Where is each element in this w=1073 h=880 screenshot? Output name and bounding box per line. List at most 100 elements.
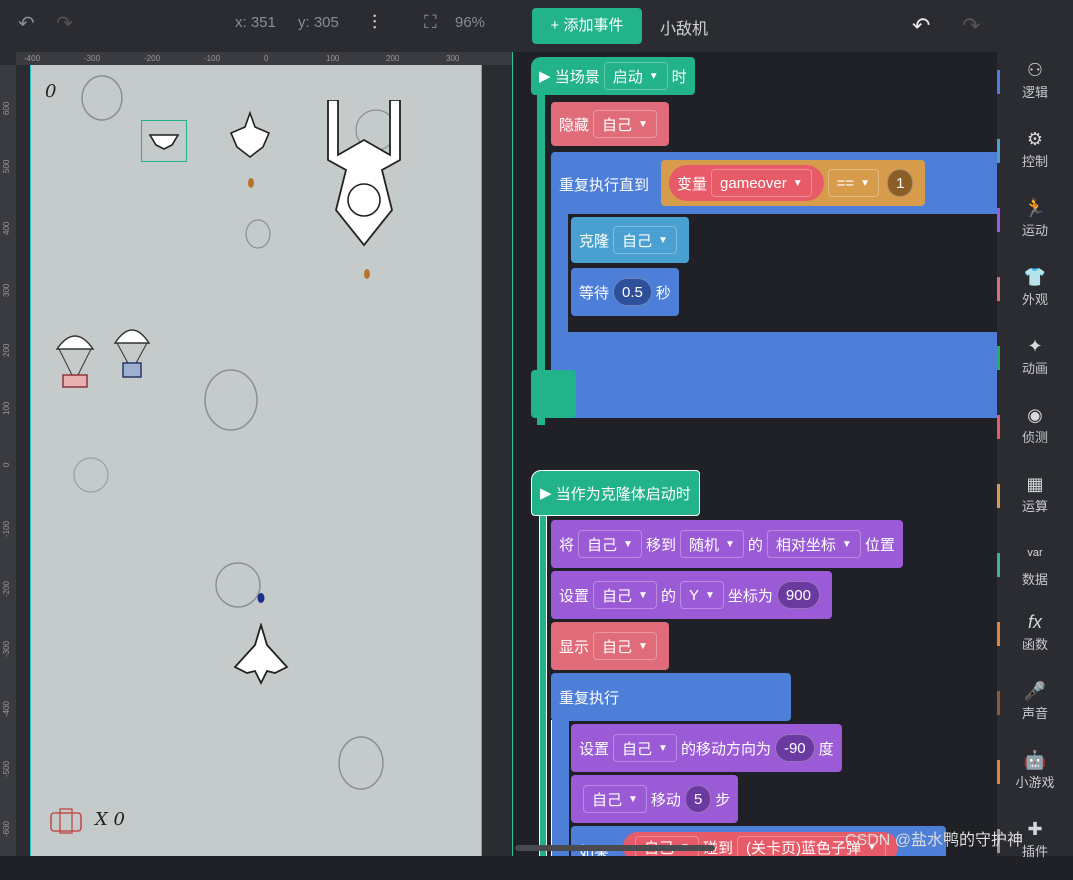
ruler-tick: -200 bbox=[2, 580, 11, 597]
ruler-tick: 200 bbox=[2, 343, 11, 357]
category-animation[interactable]: ✦ 动画 bbox=[997, 328, 1073, 397]
category-looks[interactable]: 👕 外观 bbox=[997, 259, 1073, 328]
score-label: 0 bbox=[45, 81, 57, 102]
code-redo-icon[interactable]: ↷ bbox=[962, 13, 980, 39]
block-label: 将 bbox=[559, 536, 575, 554]
zoom-level[interactable]: 96% bbox=[455, 14, 485, 31]
undo-icon[interactable]: ↶ bbox=[18, 11, 35, 36]
move-steps-block[interactable]: 自己 ▼ 移动 5 步 bbox=[571, 775, 739, 823]
watermark: CSDN @盐水鸭的守护神 bbox=[845, 832, 1024, 849]
player-plane-sprite[interactable] bbox=[231, 623, 291, 689]
when-clone-start-block[interactable]: ▶ 当作为克隆体启动时 bbox=[531, 470, 700, 516]
category-sound[interactable]: 🎤 声音 bbox=[997, 673, 1073, 742]
block-label: 的 bbox=[747, 536, 763, 554]
ruler-tick: 100 bbox=[326, 54, 340, 63]
scene-dropdown[interactable]: 启动 ▼ bbox=[603, 62, 668, 90]
target-dropdown[interactable]: 自己▼ bbox=[583, 785, 647, 813]
coord-type-dropdown[interactable]: 相对坐标 ▼ bbox=[766, 530, 861, 558]
parachute-supply-blue[interactable] bbox=[113, 323, 151, 381]
move-to-block[interactable]: 将 自己 ▼ 移到 随机 ▼ 的 相对坐标 ▼ 位置 bbox=[551, 520, 903, 568]
small-enemy-icon bbox=[148, 134, 180, 150]
data-icon: var bbox=[1027, 547, 1043, 559]
block-label: 当场景 bbox=[554, 68, 600, 86]
plus-icon: + bbox=[550, 17, 564, 34]
block-label: 变量 bbox=[677, 175, 708, 193]
player-bullet bbox=[257, 593, 265, 603]
asteroid-sprite[interactable] bbox=[336, 733, 386, 793]
asteroid-sprite[interactable] bbox=[201, 365, 261, 435]
boss-bullet bbox=[364, 269, 370, 279]
code-workspace[interactable]: ▶ 当场景 启动 ▼ 时 隐藏 自己 ▼ 重复执行直到 变量 gameover ▼ =… bbox=[512, 52, 997, 856]
hide-block[interactable]: 隐藏 自己 ▼ bbox=[551, 102, 669, 146]
asteroid-sprite[interactable] bbox=[71, 455, 111, 495]
wait-input[interactable]: 0.5 bbox=[613, 278, 652, 306]
category-data[interactable]: var 数据 bbox=[997, 535, 1073, 604]
block-label: 隐藏 bbox=[559, 116, 590, 134]
asteroid-sprite[interactable] bbox=[213, 560, 263, 610]
direction-input[interactable]: -90 bbox=[774, 734, 815, 762]
add-event-button[interactable]: + 添加事件 bbox=[532, 8, 642, 44]
target-dropdown[interactable]: 自己▼ bbox=[613, 226, 677, 254]
parachute-supply-red[interactable] bbox=[55, 329, 95, 391]
ruler-tick: -500 bbox=[2, 760, 11, 777]
asteroid-sprite[interactable] bbox=[243, 217, 273, 252]
category-minigame[interactable]: 🤖 小游戏 bbox=[997, 742, 1073, 811]
category-logic[interactable]: ⚇ 逻辑 bbox=[997, 52, 1073, 121]
code-horizontal-scrollbar[interactable] bbox=[515, 845, 715, 851]
boss-ship-sprite[interactable] bbox=[316, 100, 412, 250]
axis-dropdown[interactable]: Y ▼ bbox=[679, 581, 724, 609]
target-dropdown[interactable]: 自己▼ bbox=[593, 110, 657, 138]
asteroid-sprite[interactable] bbox=[77, 73, 127, 123]
enemy-bullet bbox=[248, 178, 254, 188]
block-label: 设置 bbox=[559, 587, 590, 605]
variable-dropdown[interactable]: gameover ▼ bbox=[711, 169, 812, 197]
y-input[interactable]: 900 bbox=[776, 581, 820, 609]
block-label: 时 bbox=[671, 68, 687, 86]
control-icon: ⚙ bbox=[1026, 129, 1044, 149]
enemy-plane-sprite[interactable] bbox=[229, 111, 271, 161]
event-footer bbox=[531, 370, 576, 418]
forever-block[interactable]: 重复执行 bbox=[551, 673, 791, 721]
ruler-top: -400 -300 -200 -100 0 100 200 300 bbox=[16, 52, 512, 65]
category-sensing[interactable]: ◉ 侦测 bbox=[997, 397, 1073, 466]
category-functions[interactable]: fx 函数 bbox=[997, 604, 1073, 673]
category-control[interactable]: ⚙ 控制 bbox=[997, 121, 1073, 190]
equals-operator-block[interactable]: 变量 gameover ▼ == ▼ 1 bbox=[661, 160, 926, 206]
category-operators[interactable]: ▦ 运算 bbox=[997, 466, 1073, 535]
block-label: 重复执行 bbox=[559, 689, 620, 707]
selected-small-enemy[interactable] bbox=[141, 120, 187, 162]
steps-input[interactable]: 5 bbox=[684, 785, 712, 813]
when-scene-start-block[interactable]: ▶ 当场景 启动 ▼ 时 bbox=[531, 57, 695, 95]
target-dropdown[interactable]: 自己▼ bbox=[578, 530, 642, 558]
settings-sliders-icon[interactable]: ⫶ bbox=[372, 12, 377, 35]
category-motion[interactable]: 🏃 运动 bbox=[997, 190, 1073, 259]
operator-dropdown[interactable]: == ▼ bbox=[827, 169, 880, 197]
sound-icon: 🎤 bbox=[1023, 681, 1047, 701]
value-input[interactable]: 1 bbox=[887, 169, 914, 197]
ruler-tick: -400 bbox=[2, 700, 11, 717]
block-label: 重复执行直到 bbox=[559, 177, 650, 194]
logic-icon: ⚇ bbox=[1026, 60, 1044, 80]
game-canvas[interactable]: 0 X 0 bbox=[30, 65, 482, 856]
variable-block[interactable]: 变量 gameover ▼ bbox=[669, 165, 824, 201]
ruler-tick: 500 bbox=[2, 159, 11, 173]
minigame-icon: 🤖 bbox=[1023, 750, 1047, 770]
redo-icon[interactable]: ↷ bbox=[56, 11, 73, 36]
show-block[interactable]: 显示 自己 ▼ bbox=[551, 622, 669, 670]
random-dropdown[interactable]: 随机 ▼ bbox=[679, 530, 744, 558]
block-label: 位置 bbox=[864, 536, 895, 554]
set-direction-block[interactable]: 设置 自己 ▼ 的移动方向为 -90 度 bbox=[571, 724, 842, 772]
set-y-block[interactable]: 设置 自己 ▼ 的 Y ▼ 坐标为 900 bbox=[551, 571, 832, 619]
target-dropdown[interactable]: 自己▼ bbox=[593, 581, 657, 609]
event-stem bbox=[539, 516, 547, 856]
target-dropdown[interactable]: 自己▼ bbox=[593, 632, 657, 660]
code-header: + 添加事件 小敌机 ↶ ↷ bbox=[512, 0, 1073, 52]
clone-block[interactable]: 克隆 自己 ▼ bbox=[571, 217, 689, 263]
fullscreen-icon[interactable]: ⛶ bbox=[424, 12, 437, 33]
ruler-tick: -100 bbox=[2, 520, 11, 537]
wait-block[interactable]: 等待 0.5 秒 bbox=[571, 268, 679, 316]
target-dropdown[interactable]: 自己▼ bbox=[613, 734, 677, 762]
coord-x: x: 351 bbox=[235, 14, 276, 31]
ruler-tick: -300 bbox=[84, 54, 101, 63]
code-undo-icon[interactable]: ↶ bbox=[912, 13, 930, 39]
